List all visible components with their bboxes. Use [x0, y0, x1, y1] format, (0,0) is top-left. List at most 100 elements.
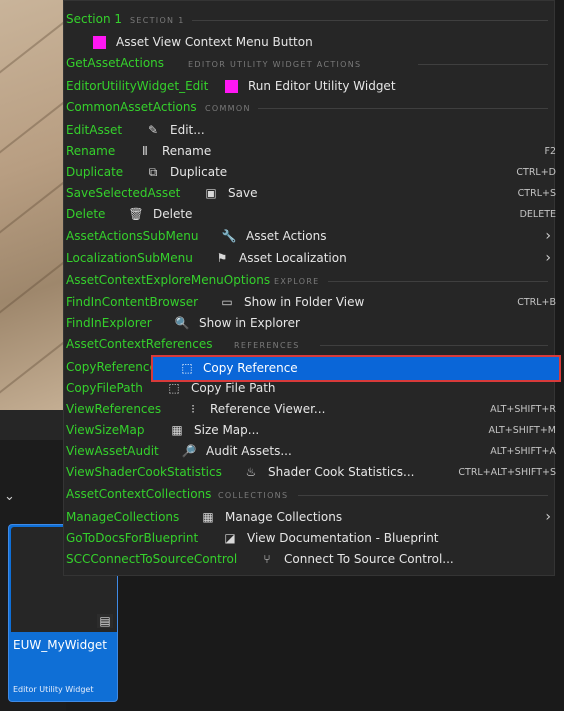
section-header-collections: AssetContextCollections COLLECTIONS	[64, 484, 556, 505]
menu-item-delete[interactable]: Delete 🗑 Delete DELETE	[64, 204, 556, 225]
section-name: CommonAssetActions	[66, 100, 197, 114]
section-name: Section 1	[66, 12, 123, 26]
section-divider	[298, 495, 548, 496]
menu-item-copy-reference[interactable]: ⬚ Copy Reference	[151, 355, 561, 382]
menu-item-shortcut: CTRL+ALT+SHIFT+S	[458, 467, 556, 478]
section-header-references: AssetContextReferences REFERENCES	[64, 334, 556, 355]
section-divider	[192, 20, 548, 21]
menu-item-show-in-explorer[interactable]: FindInExplorer 🔍 Show in Explorer	[64, 313, 556, 334]
section-header-common: CommonAssetActions COMMON	[64, 97, 556, 118]
viewport-background	[0, 0, 66, 410]
menu-item-name: ViewAssetAudit	[66, 444, 159, 458]
save-icon: ▣	[205, 186, 217, 200]
menu-item-reference-viewer[interactable]: ViewReferences ⁝ Reference Viewer... ALT…	[64, 399, 556, 420]
magenta-marker-icon	[225, 80, 238, 93]
collections-icon: ▦	[202, 510, 214, 524]
menu-item-shortcut: CTRL+D	[516, 167, 556, 178]
submenu-arrow-icon: ›	[545, 228, 551, 244]
duplicate-icon: ⧉	[148, 165, 158, 179]
menu-item-label: Delete	[153, 207, 193, 221]
menu-item-shortcut: CTRL+B	[517, 297, 556, 308]
menu-item-name: SCCConnectToSourceControl	[66, 552, 238, 566]
menu-item-name: SaveSelectedAsset	[66, 186, 181, 200]
widget-type-icon: ▤	[97, 614, 113, 628]
submenu-arrow-icon: ›	[545, 250, 551, 266]
menu-item-asset-actions[interactable]: AssetActionsSubMenu 🔧 Asset Actions ›	[64, 226, 556, 247]
menu-item-name: EditorUtilityWidget_Edit	[66, 79, 209, 93]
menu-item-asset-view-button[interactable]: Asset View Context Menu Button	[64, 32, 556, 53]
section-name: AssetContextCollections	[66, 487, 212, 501]
section-divider	[258, 108, 548, 109]
menu-item-label: Reference Viewer...	[210, 402, 326, 416]
menu-item-size-map[interactable]: ViewSizeMap ▦ Size Map... ALT+SHIFT+M	[64, 420, 556, 441]
section-header-editor-utility: GetAssetActions EDITOR UTILITY WIDGET AC…	[64, 53, 556, 74]
section-divider	[320, 345, 548, 346]
section-header-explore: AssetContextExploreMenuOptions EXPLORE	[64, 270, 556, 291]
menu-item-duplicate[interactable]: Duplicate ⧉ Duplicate CTRL+D	[64, 162, 556, 183]
section-title: COMMON	[205, 104, 251, 113]
menu-item-rename[interactable]: Rename Ⅱ Rename F2	[64, 141, 556, 162]
menu-item-shortcut: ALT+SHIFT+R	[490, 404, 556, 415]
audit-icon: 🔎	[181, 444, 197, 458]
section-title: COLLECTIONS	[218, 491, 289, 500]
menu-item-name: AssetActionsSubMenu	[66, 229, 199, 243]
section-title: EXPLORE	[274, 277, 320, 286]
menu-item-connect-source-control[interactable]: SCCConnectToSourceControl ⑂ Connect To S…	[64, 549, 556, 570]
menu-item-label: Duplicate	[170, 165, 228, 179]
menu-item-name: Delete	[66, 207, 106, 221]
menu-item-label: Audit Assets...	[206, 444, 292, 458]
menu-item-view-documentation[interactable]: GoToDocsForBlueprint ◪ View Documentatio…	[64, 528, 556, 549]
menu-item-name: FindInExplorer	[66, 316, 152, 330]
section-header-section1: Section 1 SECTION 1	[64, 9, 556, 30]
menu-item-name: CopyReference	[66, 360, 157, 374]
asset-type: Editor Utility Widget	[13, 685, 94, 694]
magenta-marker-icon	[93, 36, 106, 49]
wrench-icon: 🔧	[221, 229, 237, 243]
menu-item-label: Connect To Source Control...	[284, 552, 454, 566]
menu-item-edit[interactable]: EditAsset ✎ Edit...	[64, 120, 556, 141]
menu-item-label: Edit...	[170, 123, 205, 137]
menu-item-shortcut: F2	[544, 146, 556, 157]
menu-item-run-editor-utility-widget[interactable]: EditorUtilityWidget_Edit Run Editor Util…	[64, 76, 556, 97]
asset-name: EUW_MyWidget	[13, 638, 107, 652]
copy-reference-icon: ⬚	[181, 361, 193, 375]
menu-item-label: Asset View Context Menu Button	[116, 35, 313, 49]
menu-item-shader-cook-statistics[interactable]: ViewShaderCookStatistics ♨ Shader Cook S…	[64, 462, 556, 483]
section-name: AssetContextExploreMenuOptions	[66, 273, 271, 287]
flag-icon: ⚑	[216, 251, 228, 265]
submenu-arrow-icon: ›	[545, 509, 551, 525]
menu-item-label: Asset Actions	[246, 229, 327, 243]
menu-item-name: ManageCollections	[66, 510, 180, 524]
panel-edge	[555, 576, 564, 711]
shader-icon: ♨	[245, 465, 257, 479]
menu-item-name: LocalizationSubMenu	[66, 251, 193, 265]
menu-item-audit-assets[interactable]: ViewAssetAudit 🔎 Audit Assets... ALT+SHI…	[64, 441, 556, 462]
menu-item-name: FindInContentBrowser	[66, 295, 199, 309]
trash-icon: 🗑	[128, 207, 144, 221]
section-name: AssetContextReferences	[66, 337, 213, 351]
menu-item-asset-localization[interactable]: LocalizationSubMenu ⚑ Asset Localization…	[64, 248, 556, 269]
menu-item-label: View Documentation - Blueprint	[247, 531, 439, 545]
menu-item-label: Shader Cook Statistics...	[268, 465, 415, 479]
menu-item-manage-collections[interactable]: ManageCollections ▦ Manage Collections ›	[64, 507, 556, 528]
asset-context-menu: Section 1 SECTION 1 Asset View Context M…	[63, 0, 556, 576]
menu-item-name: EditAsset	[66, 123, 123, 137]
menu-item-label: Asset Localization	[239, 251, 347, 265]
menu-item-shortcut: CTRL+S	[517, 188, 556, 199]
menu-item-save[interactable]: SaveSelectedAsset ▣ Save CTRL+S	[64, 183, 556, 204]
section-divider	[418, 64, 548, 65]
source-control-icon: ⑂	[263, 552, 271, 566]
menu-item-label: Size Map...	[194, 423, 260, 437]
menu-item-label: Manage Collections	[225, 510, 343, 524]
copy-path-icon: ⬚	[168, 381, 180, 395]
folder-icon: ▭	[221, 295, 233, 309]
menu-item-shortcut: DELETE	[519, 209, 556, 220]
menu-item-name: GoToDocsForBlueprint	[66, 531, 199, 545]
menu-item-label: Show in Explorer	[199, 316, 300, 330]
menu-item-name: ViewSizeMap	[66, 423, 145, 437]
section-title: REFERENCES	[234, 341, 300, 350]
collapse-chevron-icon[interactable]: ⌄	[4, 490, 15, 503]
section-divider	[328, 281, 548, 282]
menu-item-show-in-folder-view[interactable]: FindInContentBrowser ▭ Show in Folder Vi…	[64, 292, 556, 313]
menu-item-name: Rename	[66, 144, 116, 158]
